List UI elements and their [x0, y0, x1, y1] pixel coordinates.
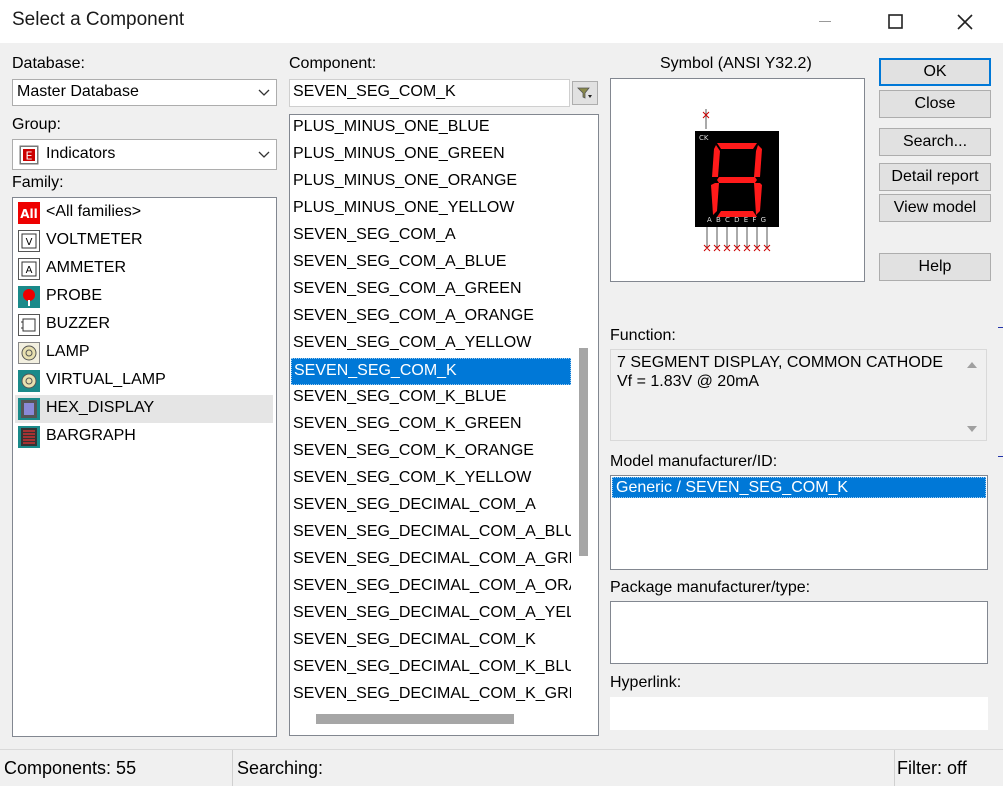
probe-icon	[18, 286, 40, 308]
family-item-probe[interactable]: PROBE	[15, 283, 273, 311]
model-label: Model manufacturer/ID:	[610, 453, 778, 470]
function-label: Function:	[610, 327, 676, 344]
family-label: Family:	[12, 174, 64, 191]
indicators-icon: E	[19, 145, 39, 165]
model-item-selected[interactable]: Generic / SEVEN_SEG_COM_K	[612, 477, 986, 498]
family-item-hex-display[interactable]: HEX_DISPLAY	[15, 395, 273, 423]
help-button[interactable]: Help	[879, 253, 991, 281]
svg-text:E: E	[26, 150, 33, 163]
group-select[interactable]: E Indicators	[12, 139, 277, 170]
pin-labels: A B C D E F G	[707, 216, 767, 224]
title-bar: Select a Component	[0, 0, 1003, 43]
status-components: Components: 55	[0, 750, 233, 786]
virtual-lamp-icon	[18, 370, 40, 392]
component-item[interactable]: PLUS_MINUS_ONE_ORANGE	[291, 169, 571, 196]
view-model-button[interactable]: View model	[879, 194, 991, 222]
package-list[interactable]	[610, 601, 988, 664]
component-item[interactable]: PLUS_MINUS_ONE_GREEN	[291, 142, 571, 169]
buzzer-icon	[18, 314, 40, 336]
component-item[interactable]: SEVEN_SEG_DECIMAL_COM_A_BLUE	[291, 520, 571, 547]
component-item-selected[interactable]: SEVEN_SEG_COM_K	[291, 358, 571, 385]
minimize-button[interactable]	[802, 0, 848, 43]
voltmeter-icon: V	[18, 230, 40, 252]
component-item[interactable]: SEVEN_SEG_COM_A_YELLOW	[291, 331, 571, 358]
svg-text:All: All	[20, 207, 38, 221]
filter-icon	[577, 87, 592, 99]
component-item[interactable]: SEVEN_SEG_DECIMAL_COM_A_GREEN	[291, 547, 571, 574]
component-item[interactable]: SEVEN_SEG_COM_A_ORANGE	[291, 304, 571, 331]
symbol-preview: CK A B C D E F G	[610, 78, 865, 282]
status-filter: Filter: off	[897, 758, 967, 778]
detail-report-button[interactable]: Detail report	[879, 163, 991, 191]
family-item-lamp[interactable]: LAMP	[15, 339, 273, 367]
scroll-up-icon	[967, 362, 977, 368]
component-search-input[interactable]: SEVEN_SEG_COM_K	[289, 79, 570, 107]
component-item[interactable]: SEVEN_SEG_DECIMAL_COM_K_GREEN	[291, 682, 571, 709]
component-item[interactable]: SEVEN_SEG_DECIMAL_COM_K	[291, 628, 571, 655]
component-item[interactable]: SEVEN_SEG_DECIMAL_COM_A	[291, 493, 571, 520]
hyperlink-label: Hyperlink:	[610, 674, 682, 691]
ck-label: CK	[699, 134, 709, 142]
component-item[interactable]: SEVEN_SEG_COM_K_GREEN	[291, 412, 571, 439]
close-button[interactable]: Close	[879, 90, 991, 118]
status-searching: Searching:	[233, 750, 895, 786]
group-value: Indicators	[46, 145, 116, 162]
search-button[interactable]: Search...	[879, 128, 991, 156]
package-label: Package manufacturer/type:	[610, 579, 811, 596]
function-text: 7 SEGMENT DISPLAY, COMMON CATHODE Vf = 1…	[610, 349, 987, 441]
component-item[interactable]: SEVEN_SEG_COM_K_BLUE	[291, 385, 571, 412]
component-item[interactable]: SEVEN_SEG_DECIMAL_COM_A_ORANGE	[291, 574, 571, 601]
edge-mark	[998, 327, 1003, 328]
database-value: Master Database	[17, 83, 139, 100]
family-item-voltmeter[interactable]: V VOLTMETER	[15, 227, 273, 255]
model-list[interactable]: Generic / SEVEN_SEG_COM_K	[610, 475, 988, 570]
hex-display-icon	[18, 398, 40, 420]
edge-mark	[998, 456, 1003, 457]
component-label: Component:	[289, 55, 377, 72]
maximize-icon	[887, 14, 903, 29]
family-item-all[interactable]: All <All families>	[15, 199, 273, 227]
hyperlink-field[interactable]	[610, 697, 988, 730]
minimize-icon	[819, 20, 831, 22]
horizontal-scrollbar-thumb[interactable]	[316, 714, 514, 724]
family-item-bargraph[interactable]: BARGRAPH	[15, 423, 273, 451]
bargraph-icon	[18, 426, 40, 448]
maximize-button[interactable]	[872, 0, 918, 43]
lamp-icon	[18, 342, 40, 364]
symbol-label: Symbol (ANSI Y32.2)	[660, 55, 812, 72]
close-window-button[interactable]	[942, 0, 988, 43]
seven-segment-symbol: CK A B C D E F G	[695, 109, 779, 252]
close-icon	[957, 13, 973, 30]
family-list[interactable]: All <All families> V VOLTMETER A AMMETER…	[12, 197, 277, 737]
scroll-down-icon	[967, 426, 977, 432]
chevron-down-icon	[258, 89, 270, 96]
family-item-virtual-lamp[interactable]: VIRTUAL_LAMP	[15, 367, 273, 395]
family-item-buzzer[interactable]: BUZZER	[15, 311, 273, 339]
component-item[interactable]: SEVEN_SEG_COM_A	[291, 223, 571, 250]
component-item[interactable]: SEVEN_SEG_DECIMAL_COM_K_BLUE	[291, 655, 571, 682]
component-item[interactable]: SEVEN_SEG_COM_K_YELLOW	[291, 466, 571, 493]
database-label: Database:	[12, 55, 85, 72]
component-item[interactable]: SEVEN_SEG_COM_A_BLUE	[291, 250, 571, 277]
component-list[interactable]: PLUS_MINUS_ONE_BLUE PLUS_MINUS_ONE_GREEN…	[289, 114, 599, 736]
status-bar: Components: 55 Searching: Filter: off	[0, 749, 1003, 786]
component-item[interactable]: SEVEN_SEG_DECIMAL_COM_A_YELLOW	[291, 601, 571, 628]
component-item[interactable]: PLUS_MINUS_ONE_BLUE	[291, 115, 571, 142]
component-item[interactable]: SEVEN_SEG_COM_K_ORANGE	[291, 439, 571, 466]
vertical-scrollbar-thumb[interactable]	[579, 348, 588, 556]
ammeter-icon: A	[18, 258, 40, 280]
group-label: Group:	[12, 116, 61, 133]
all-families-icon: All	[18, 202, 40, 224]
family-item-ammeter[interactable]: A AMMETER	[15, 255, 273, 283]
svg-text:A: A	[26, 265, 33, 276]
svg-text:V: V	[26, 237, 33, 248]
database-select[interactable]: Master Database	[12, 79, 277, 106]
filter-button[interactable]	[572, 81, 598, 105]
chevron-down-icon	[258, 151, 270, 158]
ok-button[interactable]: OK	[879, 58, 991, 86]
component-item[interactable]: SEVEN_SEG_COM_A_GREEN	[291, 277, 571, 304]
window-title: Select a Component	[12, 9, 185, 30]
component-item[interactable]: PLUS_MINUS_ONE_YELLOW	[291, 196, 571, 223]
